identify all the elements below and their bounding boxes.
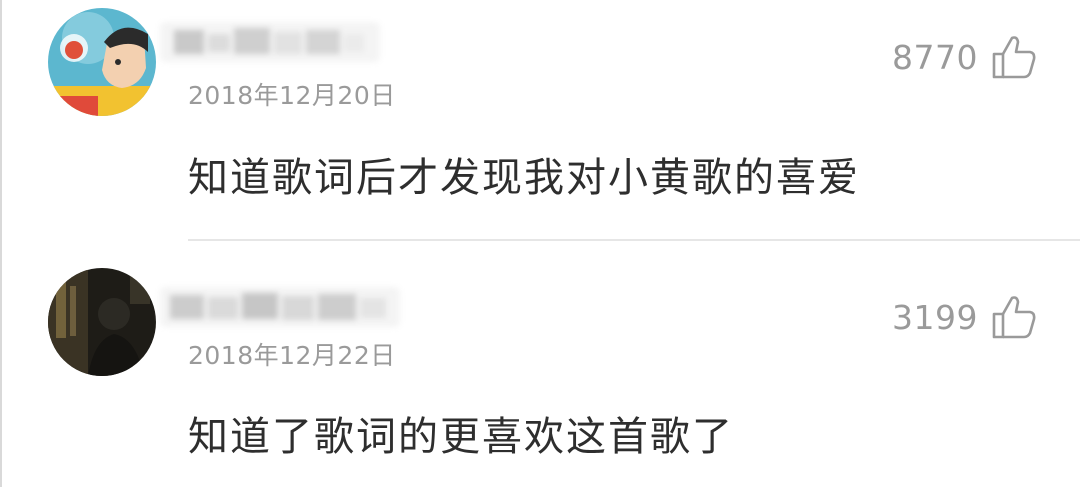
like-button[interactable]: 3199 (892, 294, 1038, 340)
user-avatar[interactable] (48, 268, 156, 376)
comment-date: 2018年12月22日 (188, 341, 396, 370)
username-redacted[interactable] (160, 287, 400, 327)
photo-avatar-icon (48, 268, 156, 376)
like-count: 3199 (892, 297, 978, 337)
comment-item: 2018年12月22日 3199 知道了歌词的更喜欢这首歌了 (0, 0, 1080, 487)
comment-text: 知道了歌词的更喜欢这首歌了 (188, 414, 734, 460)
thumbs-up-icon[interactable] (990, 294, 1038, 340)
